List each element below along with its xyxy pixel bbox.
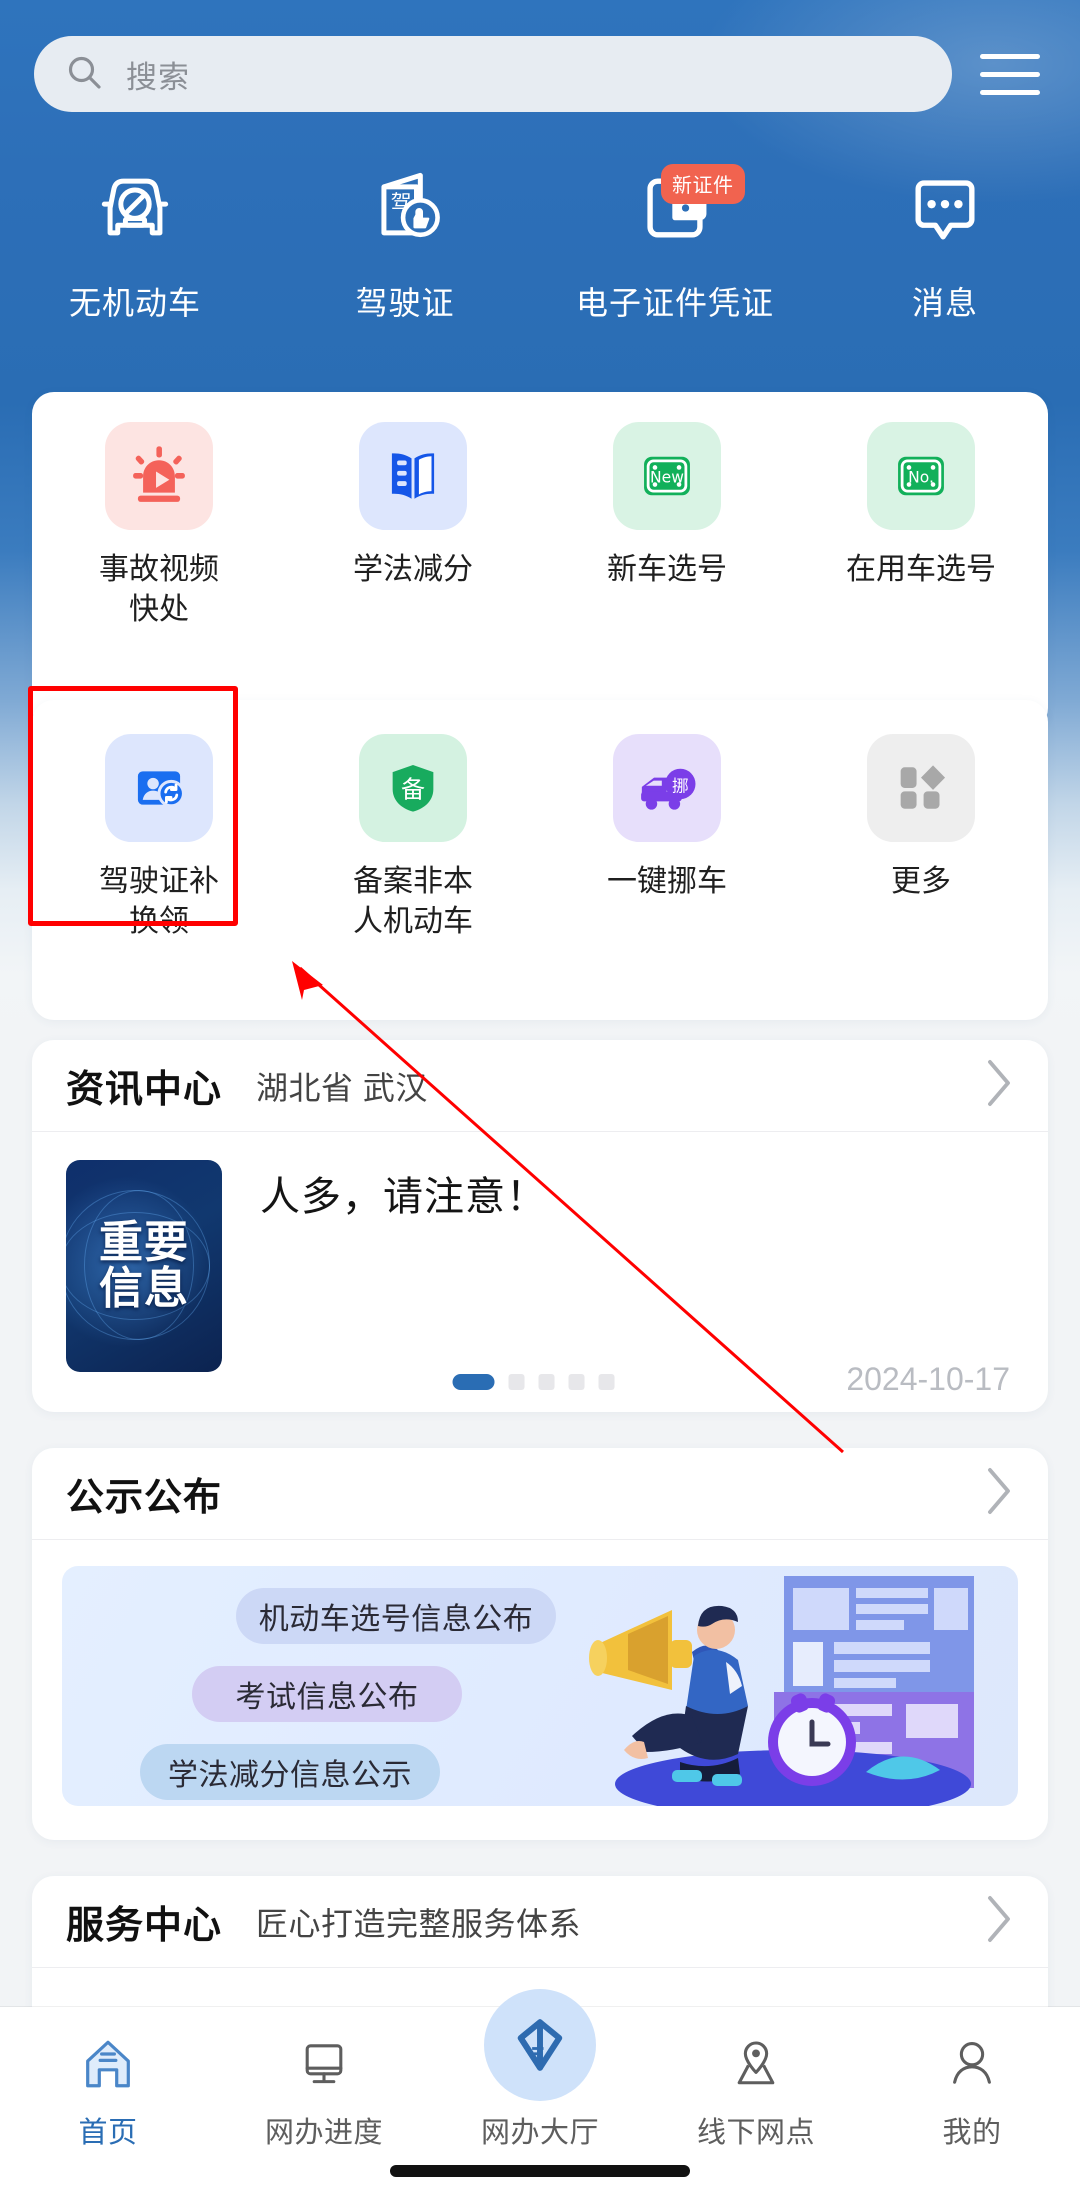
public-notice-header[interactable]: 公示公布 [32,1448,1048,1540]
public-notice-banner[interactable]: 机动车选号信息公布 考试信息公布 学法减分信息公示 [62,1566,1018,1806]
quick-action-label: 消息 [912,278,978,324]
used-plate-icon: No. [867,422,975,530]
no-vehicle-icon [89,160,181,256]
service-item-label: 新车选号 [592,550,742,590]
news-thumb-line2: 信息 [99,1266,189,1312]
quick-action-label: 驾驶证 [355,278,454,324]
carousel-dot[interactable] [569,1374,585,1390]
quick-action-e-certificate[interactable]: 新证件 电子证件凭证 [540,160,810,324]
service-item-used-car-plate[interactable]: No. 在用车选号 [794,422,1048,629]
news-date: 2024-10-17 [846,1361,1010,1398]
carousel-dot[interactable] [539,1374,555,1390]
carousel-dot[interactable] [509,1374,525,1390]
search-placeholder: 搜索 [126,52,190,97]
svg-text:No.: No. [908,468,934,486]
tab-progress[interactable]: 网办进度 [216,2033,432,2151]
news-body[interactable]: 重要 信息 人多，请注意！ 2024-10-17 [32,1132,1048,1412]
chevron-right-icon[interactable] [984,1893,1014,1950]
service-grid-card-row1: 事故视频快处 学法减分 [32,392,1048,730]
notice-pill[interactable]: 考试信息公布 [192,1666,462,1722]
tab-label: 我的 [942,2109,1001,2151]
search-input[interactable]: 搜索 [34,36,952,112]
open-book-icon [359,422,467,530]
tab-offline-locations[interactable]: 线下网点 [648,2033,864,2151]
carousel-dot-active[interactable] [453,1374,495,1390]
user-icon [944,2033,1000,2095]
service-item-label: 学法减分 [338,550,488,590]
service-center-header[interactable]: 服务中心 匠心打造完整服务体系 [32,1876,1048,1968]
carousel-dot[interactable] [599,1374,615,1390]
news-headline: 人多，请注意！ [260,1164,1014,1222]
news-thumb-line1: 重要 [99,1220,189,1266]
driver-license-icon: 驾 [359,160,451,256]
page-title: 资讯中心 [66,1058,222,1113]
notice-pill[interactable]: 机动车选号信息公布 [236,1588,556,1644]
service-item-more[interactable]: 更多 [794,734,1048,941]
service-center-subtitle: 匠心打造完整服务体系 [256,1899,581,1945]
shield-record-icon: 备 [359,734,467,842]
hamburger-menu-icon[interactable] [980,41,1046,107]
monitor-icon [296,2033,352,2095]
service-item-label: 更多 [846,862,996,902]
public-notice-card: 公示公布 机动车选号信息公布 考试信息公布 学法减分信息公示 [32,1448,1048,1840]
notice-pill[interactable]: 学法减分信息公示 [140,1744,440,1800]
news-region-label: 湖北省 武汉 [256,1063,428,1109]
svg-text:New: New [650,468,684,486]
service-item-label: 事故视频快处 [84,550,234,629]
service-item-new-car-plate[interactable]: New 新车选号 [540,422,794,629]
service-item-label: 一键挪车 [592,862,742,902]
quick-action-driver-license[interactable]: 驾 驾驶证 [270,160,540,324]
home-icon [79,2033,137,2095]
search-icon [64,52,104,97]
service-item-label: 备案非本人机动车 [338,862,488,941]
service-item-study-law[interactable]: 学法减分 [286,422,540,629]
news-text-area: 人多，请注意！ 2024-10-17 [222,1160,1014,1412]
quick-actions-row: 无机动车 驾 驾驶证 新证件 [0,160,1080,324]
tab-label: 首页 [78,2109,137,2151]
license-renew-icon [105,734,213,842]
service-item-one-key-move-car[interactable]: 挪 一键挪车 [540,734,794,941]
status-badge-new: 新证件 [661,164,745,204]
top-search-row: 搜索 [0,34,1080,114]
service-item-accident-video[interactable]: 事故视频快处 [32,422,286,629]
app-screen: 搜索 无机动车 驾 [0,0,1080,2201]
service-grid-card-row2: 驾驶证补换领 备 备案非本人机动车 [32,700,1048,1020]
quick-action-message[interactable]: 消息 [810,160,1080,324]
message-bubble-icon [899,160,991,256]
section-title: 公示公布 [66,1466,222,1521]
tab-label: 网办大厅 [481,2109,599,2151]
svg-text:挪: 挪 [672,777,689,796]
chevron-right-icon[interactable] [984,1057,1014,1114]
section-title: 服务中心 [66,1894,222,1949]
quick-action-label: 无机动车 [69,278,201,324]
service-item-label: 驾驶证补换领 [84,862,234,941]
carousel-pagination[interactable] [453,1374,615,1390]
quick-action-label: 电子证件凭证 [576,278,774,324]
map-pin-icon [728,2033,784,2095]
new-plate-icon: New [613,422,721,530]
accident-siren-icon [105,422,213,530]
chevron-right-icon[interactable] [984,1465,1014,1522]
tab-label: 线下网点 [697,2109,815,2151]
home-indicator [390,2165,690,2177]
service-item-record-non-self-vehicle[interactable]: 备 备案非本人机动车 [286,734,540,941]
svg-text:备: 备 [401,776,425,804]
tab-home[interactable]: 首页 [0,2033,216,2151]
tab-mine[interactable]: 我的 [864,2033,1080,2151]
tab-label: 网办进度 [265,2109,383,2151]
tab-hall[interactable]: 网办大厅 [432,2033,648,2151]
quick-action-no-vehicle[interactable]: 无机动车 [0,160,270,324]
news-thumbnail: 重要 信息 [66,1160,222,1372]
megaphone-person-clock-illustration [588,1566,1018,1806]
news-center-header[interactable]: 资讯中心 湖北省 武汉 [32,1040,1048,1132]
service-item-license-renew[interactable]: 驾驶证补换领 [32,734,286,941]
news-center-card: 资讯中心 湖北省 武汉 重要 信息 人多，请注意！ 2024-10-17 [32,1040,1048,1412]
more-grid-icon [867,734,975,842]
hall-logo-icon[interactable] [484,1989,596,2101]
service-item-label: 在用车选号 [846,550,996,590]
move-car-icon: 挪 [613,734,721,842]
